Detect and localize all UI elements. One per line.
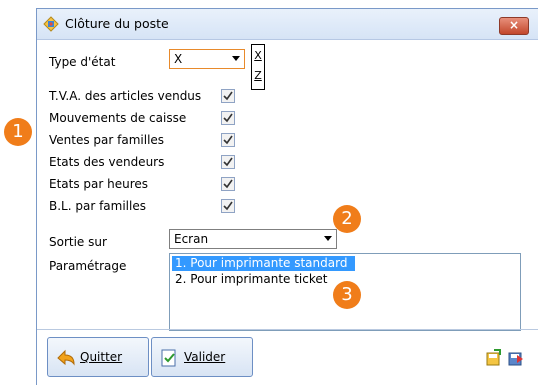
chevron-down-icon	[324, 236, 332, 241]
quit-label: Quitter	[80, 350, 123, 364]
check-icon	[223, 179, 233, 189]
checkbox-tva[interactable]	[221, 89, 235, 103]
checkbox-label-mouvements: Mouvements de caisse	[49, 111, 187, 125]
checkbox-label-bl: B.L. par familles	[49, 199, 146, 213]
type-etat-label: Type d'état	[49, 55, 116, 69]
callout-badge-1: 1	[4, 118, 32, 146]
validate-document-icon	[161, 349, 176, 367]
checkbox-label-heures: Etats par heures	[49, 177, 149, 191]
list-item[interactable]: 1. Pour imprimante standard	[172, 256, 355, 271]
xz-option-z: Z	[254, 69, 262, 82]
checkbox-vendeurs[interactable]	[221, 155, 235, 169]
validate-label: Valider	[184, 350, 226, 364]
checkbox-mouvements[interactable]	[221, 111, 235, 125]
import-icon[interactable]	[507, 349, 525, 367]
type-etat-value: X	[174, 52, 183, 66]
callout-badge-3: 3	[333, 281, 361, 309]
checkbox-label-tva: T.V.A. des articles vendus	[49, 89, 202, 103]
check-icon	[223, 201, 233, 211]
checkbox-label-ventes: Ventes par familles	[49, 133, 165, 147]
sortie-value: Ecran	[174, 232, 209, 246]
sortie-select[interactable]: Ecran	[169, 229, 337, 249]
checkbox-label-vendeurs: Etats des vendeurs	[49, 155, 165, 169]
export-icon[interactable]	[485, 349, 503, 367]
sortie-label: Sortie sur	[49, 235, 107, 249]
close-button[interactable]: ×	[499, 17, 529, 35]
callout-badge-2: 2	[333, 205, 361, 233]
xz-toggle[interactable]: X Z	[251, 44, 265, 90]
check-icon	[223, 157, 233, 167]
type-etat-select[interactable]: X	[169, 49, 245, 69]
check-icon	[223, 113, 233, 123]
check-icon	[223, 91, 233, 101]
checkbox-ventes[interactable]	[221, 133, 235, 147]
checkbox-bl[interactable]	[221, 199, 235, 213]
check-icon	[223, 135, 233, 145]
divider	[37, 329, 538, 330]
checkbox-heures[interactable]	[221, 177, 235, 191]
title-bar: Clôture du poste ×	[37, 9, 538, 40]
list-item[interactable]: 2. Pour imprimante ticket	[172, 272, 327, 287]
arrow-back-icon	[57, 349, 75, 366]
dialog-window: Clôture du poste × Type d'état X X Z T.V…	[36, 8, 538, 385]
quit-button[interactable]: Quitter	[47, 337, 149, 377]
parametrage-label: Paramétrage	[49, 259, 127, 273]
xz-option-x: X	[254, 49, 262, 62]
window-title: Clôture du poste	[65, 16, 169, 31]
app-icon	[43, 16, 59, 32]
chevron-down-icon	[232, 56, 240, 61]
validate-button[interactable]: Valider	[151, 337, 253, 377]
